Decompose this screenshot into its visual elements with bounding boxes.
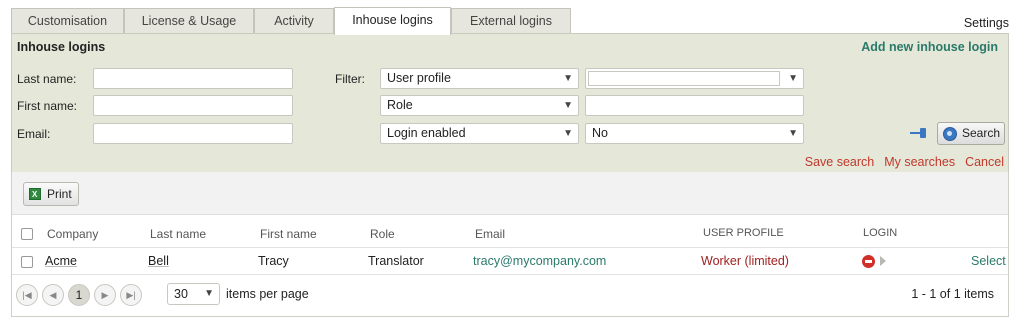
search-button[interactable]: Search (937, 122, 1005, 145)
panel-title: Inhouse logins (17, 40, 106, 54)
first-name-input[interactable] (93, 95, 293, 116)
filter-field-select-1[interactable]: User profile ▼ (380, 68, 579, 89)
tab-inhouse-logins[interactable]: Inhouse logins (334, 7, 451, 35)
column-header-role[interactable]: Role (370, 227, 395, 241)
cell-role: Translator (368, 254, 424, 268)
items-count: 1 - 1 of 1 items (911, 287, 994, 301)
cell-first-name: Tracy (258, 254, 289, 268)
current-page-button[interactable]: 1 (68, 284, 90, 306)
next-page-icon[interactable]: ▶ (94, 284, 116, 306)
chevron-down-icon: ▼ (563, 100, 573, 111)
filter-field-select-3[interactable]: Login enabled ▼ (380, 123, 579, 144)
filter-field-value: Role (387, 98, 413, 112)
save-search-link[interactable]: Save search (805, 155, 874, 169)
filter-field-select-2[interactable]: Role ▼ (380, 95, 579, 116)
expand-arrow-icon[interactable] (880, 256, 886, 266)
add-inhouse-login-link[interactable]: Add new inhouse login (861, 40, 998, 54)
last-page-icon[interactable]: ▶| (120, 284, 142, 306)
select-all-checkbox[interactable] (21, 228, 33, 240)
per-page-select[interactable]: 30 ▼ (167, 283, 220, 305)
last-name-input[interactable] (93, 68, 293, 89)
cancel-link[interactable]: Cancel (965, 155, 1004, 169)
tab-license-usage[interactable]: License & Usage (124, 8, 254, 34)
column-header-company[interactable]: Company (47, 227, 98, 241)
prev-page-icon[interactable]: ◀ (42, 284, 64, 306)
column-header-email[interactable]: Email (475, 227, 505, 241)
cell-company: Acme (45, 254, 77, 268)
filter-value-combo-1[interactable]: ▼ (585, 68, 804, 89)
column-header-last-name[interactable]: Last name (150, 227, 206, 241)
per-page-value: 30 (174, 287, 188, 301)
search-links: Save search My searches Cancel (795, 155, 1004, 169)
tab-external-logins[interactable]: External logins (451, 8, 571, 34)
cell-email-link[interactable]: tracy@mycompany.com (473, 254, 606, 268)
column-header-user-profile[interactable]: USER PROFILE (703, 227, 784, 239)
first-page-icon[interactable]: |◀ (16, 284, 38, 306)
search-icon (943, 127, 957, 141)
column-header-login[interactable]: LOGIN (863, 227, 897, 239)
my-searches-link[interactable]: My searches (884, 155, 955, 169)
header-divider (12, 247, 1008, 248)
tab-customisation[interactable]: Customisation (11, 8, 124, 34)
row-checkbox[interactable] (21, 256, 33, 268)
chevron-down-icon: ▼ (788, 73, 798, 84)
cell-user-profile: Worker (limited) (701, 254, 789, 268)
filter-field-value: User profile (387, 71, 451, 85)
print-button[interactable]: Print (23, 182, 79, 206)
logins-grid: Print Company Last name First name Role … (11, 172, 1009, 317)
filter-value: No (592, 126, 608, 140)
email-label: Email: (17, 127, 51, 141)
per-page-label: items per page (226, 287, 309, 301)
first-name-label: First name: (17, 99, 78, 113)
tab-activity[interactable]: Activity (254, 8, 334, 34)
last-name-label: Last name: (17, 72, 77, 86)
settings-link[interactable]: Settings (964, 16, 1009, 30)
chevron-down-icon: ▼ (204, 288, 214, 299)
filter-field-value: Login enabled (387, 126, 466, 140)
email-input[interactable] (93, 123, 293, 144)
select-link[interactable]: Select (971, 254, 1006, 268)
excel-icon (29, 184, 41, 206)
search-button-label: Search (962, 126, 1001, 140)
filter-value-input-2[interactable] (585, 95, 804, 116)
filter-value-input[interactable] (588, 71, 780, 86)
login-disabled-icon[interactable] (862, 255, 875, 268)
filter-label: Filter: (335, 72, 365, 86)
chevron-down-icon: ▼ (788, 128, 798, 139)
row-divider (12, 274, 1008, 275)
chevron-down-icon: ▼ (563, 128, 573, 139)
column-header-first-name[interactable]: First name (260, 227, 317, 241)
grid-toolbar: Print (12, 172, 1008, 215)
cell-last-name: Bell (148, 254, 169, 268)
filter-panel: Inhouse logins Add new inhouse login Las… (11, 33, 1009, 173)
chevron-down-icon: ▼ (563, 73, 573, 84)
print-button-label: Print (47, 187, 72, 201)
filter-value-select-3[interactable]: No ▼ (585, 123, 804, 144)
pin-icon[interactable] (910, 127, 928, 139)
